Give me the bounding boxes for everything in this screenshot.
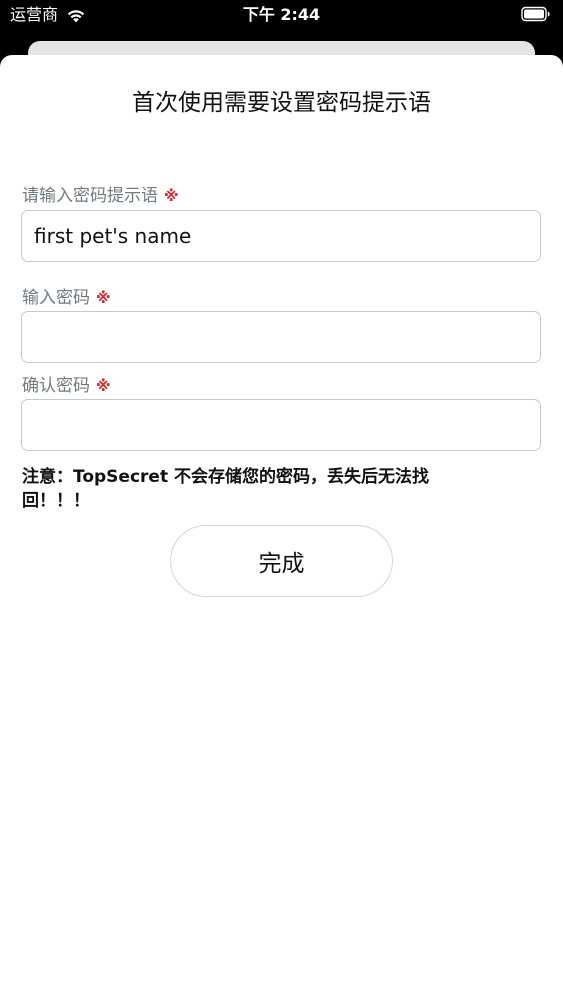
confirm-password-input[interactable] <box>22 400 540 450</box>
warning-note: 注意：TopSecret 不会存储您的密码，丢失后无法找回！！！ <box>22 467 429 511</box>
password-input[interactable] <box>22 312 540 362</box>
password-field-label: 输入密码 ※ <box>22 287 111 309</box>
done-button[interactable]: 完成 <box>170 525 393 597</box>
clock: 下午 2:44 <box>242 5 321 24</box>
hint-field-label: 请输入密码提示语 ※ <box>22 185 179 207</box>
confirm-password-field <box>21 399 541 451</box>
confirm-field-label: 确认密码 ※ <box>22 375 111 397</box>
required-mark: ※ <box>164 187 179 205</box>
password-label-text: 输入密码 <box>22 288 90 308</box>
status-bar: 运营商 下午 2:44 <box>0 0 563 32</box>
required-mark: ※ <box>96 289 111 307</box>
password-hint-sheet: 首次使用需要设置密码提示语 请输入密码提示语 ※ 输入密码 ※ 确认密码 ※ 注意：T… <box>0 55 563 1000</box>
hint-label-text: 请输入密码提示语 <box>22 186 158 206</box>
required-mark: ※ <box>96 377 111 395</box>
battery-icon <box>521 6 550 22</box>
hint-input[interactable] <box>22 211 540 261</box>
hint-field <box>21 210 541 262</box>
sheet-title: 首次使用需要设置密码提示语 <box>132 90 431 116</box>
confirm-label-text: 确认密码 <box>22 376 90 396</box>
screen: 运营商 下午 2:44 首次使用需要设置密码提示语 请输入密码提示语 ※ 输入密码… <box>0 0 563 1000</box>
password-field <box>21 311 541 363</box>
